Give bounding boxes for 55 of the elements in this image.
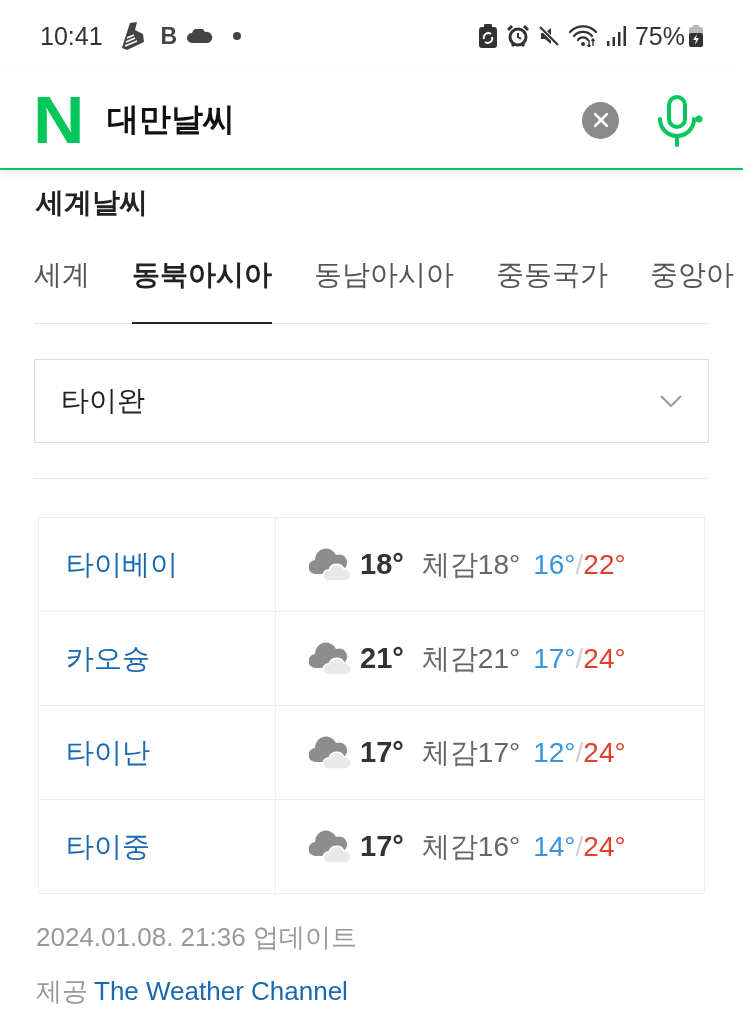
cloud-icon — [309, 641, 353, 676]
dot-icon — [233, 32, 242, 40]
close-icon — [593, 113, 608, 127]
tab[interactable]: 동남아시아 — [314, 240, 454, 324]
high-temperature: 24° — [583, 736, 626, 768]
high-temperature: 24° — [583, 830, 626, 862]
city-link[interactable]: 타이중 — [66, 830, 150, 862]
temperature-separator: / — [575, 830, 584, 862]
microphone-icon[interactable] — [657, 95, 703, 147]
section-title: 세계날씨 — [36, 186, 149, 220]
cloud-icon — [187, 29, 214, 43]
feels-like-temperature: 체감16° — [421, 829, 521, 864]
notification-letter: B — [160, 22, 178, 50]
search-field[interactable]: 대만날씨 — [106, 97, 582, 141]
high-temperature: 22° — [583, 548, 626, 580]
shoe-icon — [120, 22, 145, 50]
wifi-icon — [568, 25, 597, 47]
city-link[interactable]: 카오슝 — [66, 642, 150, 674]
low-temperature: 16° — [533, 548, 576, 580]
status-time: 10:41 — [40, 21, 103, 51]
low-temperature: 12° — [533, 736, 576, 768]
temperature-separator: / — [575, 642, 584, 674]
temperature: 18° — [360, 548, 404, 581]
cloud-icon — [309, 735, 353, 770]
signal-icon — [606, 26, 627, 46]
city-link[interactable]: 타이베이 — [66, 548, 178, 580]
battery-percent: 75% — [634, 21, 685, 51]
feels-like-temperature: 체감18° — [421, 547, 521, 582]
tab[interactable]: 중동국가 — [496, 240, 608, 324]
high-temperature: 24° — [583, 642, 626, 674]
feels-like-temperature: 체감21° — [421, 641, 521, 676]
temperature: 17° — [360, 736, 404, 769]
tab[interactable]: 세계 — [34, 240, 90, 324]
low-temperature: 14° — [533, 830, 576, 862]
city-link[interactable]: 타이난 — [66, 736, 150, 768]
clear-button[interactable] — [582, 101, 619, 139]
update-time: 2024.01.08. 21:36 업데이트 — [36, 921, 358, 954]
mute-icon — [538, 26, 559, 46]
tab[interactable]: 중앙아 — [650, 240, 734, 324]
cloud-icon — [309, 829, 353, 864]
temperature: 21° — [360, 642, 404, 675]
battery-icon — [689, 25, 703, 47]
chevron-down-icon — [660, 395, 682, 407]
region-dropdown[interactable]: 타이완 — [34, 359, 709, 443]
alarm-icon — [506, 25, 529, 47]
provider-link[interactable]: The Weather Channel — [94, 976, 348, 1006]
cloud-icon — [309, 547, 353, 582]
temperature: 17° — [360, 830, 404, 863]
provider-label: 제공 — [36, 976, 88, 1006]
temperature-separator: / — [575, 548, 584, 580]
tab[interactable]: 동북아시아 — [132, 240, 272, 324]
battery-recycle-icon — [478, 24, 497, 48]
temperature-separator: / — [575, 736, 584, 768]
low-temperature: 17° — [533, 642, 576, 674]
feels-like-temperature: 체감17° — [421, 735, 521, 770]
